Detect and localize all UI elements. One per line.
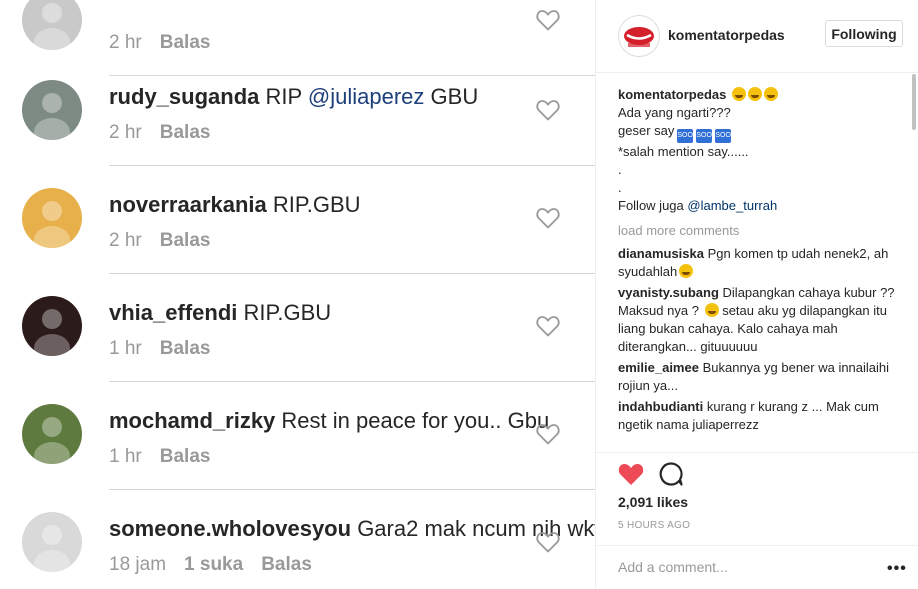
post-username[interactable]: komentatorpedas (668, 27, 785, 43)
comment-line: someone.wholovesyou Gara2 mak ncum nih w… (109, 516, 595, 542)
comment-like-heart-icon[interactable] (536, 207, 560, 229)
comment-like-heart-icon[interactable] (536, 531, 560, 553)
comment-row: rudy_suganda RIP @juliaperez GBU 2 hr Bala… (0, 58, 595, 166)
comment-meta: 18 jam 1 suka Balas (109, 553, 312, 577)
comment-row: vhia_effendi RIP.GBU 1 hr Balas (0, 274, 595, 382)
profile-avatar[interactable] (618, 15, 660, 57)
comment-line: noverraarkania RIP.GBU (109, 192, 361, 218)
sidebar-comment: emilie_aimee Bukannya yg bener wa innail… (618, 359, 906, 395)
comment-time: 2 hr (109, 122, 142, 143)
sidebar-comment: vyanisty.subang Dilapangkan cahaya kubur… (618, 284, 906, 356)
avatar[interactable] (22, 296, 82, 356)
comment-time: 2 hr (109, 230, 142, 251)
comment-time: 1 hr (109, 446, 142, 467)
comment-text: Rest in peace for you.. Gbu (281, 408, 550, 433)
reply-button[interactable]: Balas (160, 446, 211, 467)
comment-username[interactable]: someone.wholovesyou (109, 516, 351, 541)
soon-arrow-icon: SOON (677, 129, 698, 143)
comment-line: rudy_suganda RIP @juliaperez GBU (109, 84, 478, 110)
post-header: komentatorpedas Following (596, 0, 918, 73)
avatar[interactable] (22, 512, 82, 572)
caption-and-comments[interactable]: komentatorpedas Ada yang ngarti??? geser… (618, 86, 906, 451)
comment-like-heart-icon[interactable] (536, 99, 560, 121)
add-comment-input[interactable] (618, 559, 858, 575)
comment-row: mochamd_rizky Rest in peace for you.. Gb… (0, 382, 595, 490)
comment-text: RIP (265, 84, 302, 109)
laughing-emoji-icon (764, 87, 778, 101)
comment-like-heart-icon[interactable] (536, 315, 560, 337)
caption-follow-line: Follow juga @lambe_turrah (618, 198, 778, 213)
comment-text: GBU (430, 84, 479, 109)
avatar[interactable] (22, 80, 82, 140)
caption-line: *salah mention say...... (618, 144, 749, 159)
comment-username[interactable]: vyanisty.subang (618, 285, 719, 300)
caption-line: geser say SOONSOONSOON (618, 122, 906, 143)
comment-row: noverraarkania RIP.GBU 2 hr Balas (0, 166, 595, 274)
following-button[interactable]: Following (825, 20, 903, 47)
actions-divider (596, 452, 918, 454)
comment-username[interactable]: dianamusiska (618, 246, 704, 261)
caption-line: . (618, 162, 622, 177)
laughing-emoji-icon (732, 87, 746, 101)
reply-button[interactable]: Balas (160, 338, 211, 359)
caption-username[interactable]: komentatorpedas (618, 87, 726, 102)
reply-button[interactable]: Balas (160, 32, 211, 53)
sidebar-comment: indahbudianti kurang r kurang z ... Mak … (618, 398, 906, 434)
smirk-emoji-icon (704, 303, 719, 317)
sidebar-comment: dianamusiska Pgn komen tp udah nenek2, a… (618, 245, 906, 281)
soon-arrow-icon: SOON (715, 129, 736, 143)
caption-header: komentatorpedas (618, 86, 906, 104)
comment-username[interactable]: mochamd_rizky (109, 408, 275, 433)
comment-username[interactable]: vhia_effendi (109, 300, 237, 325)
comment-row: someone.wholovesyou Gara2 mak ncum nih w… (0, 490, 595, 588)
comment-line: vhia_effendi RIP.GBU (109, 300, 331, 326)
comments-panel: 2 hr Balas rudy_suganda RIP @juliaperez GB… (0, 0, 595, 588)
comment-username[interactable]: emilie_aimee (618, 360, 699, 375)
avatar[interactable] (22, 0, 82, 50)
like-heart-icon[interactable] (618, 462, 644, 486)
more-options-icon[interactable]: ••• (887, 560, 907, 578)
reply-button[interactable]: Balas (160, 122, 211, 143)
comment-line: mochamd_rizky Rest in peace for you.. Gb… (109, 408, 549, 434)
laughing-emoji-icon (679, 264, 694, 278)
comment-meta: 1 hr Balas (109, 337, 210, 361)
reply-button[interactable]: Balas (261, 554, 312, 575)
sidebar-scrollbar[interactable] (912, 74, 916, 130)
comment-like-heart-icon[interactable] (536, 423, 560, 445)
comment-text: RIP.GBU (243, 300, 332, 325)
post-sidebar: komentatorpedas Following komentatorpeda… (596, 0, 918, 588)
load-more-comments-link[interactable]: load more comments (618, 222, 906, 240)
comment-time: 2 hr (109, 32, 142, 53)
avatar[interactable] (22, 188, 82, 248)
caption-mention-link[interactable]: @lambe_turrah (687, 198, 777, 213)
comment-time: 1 hr (109, 338, 142, 359)
comment-meta: 2 hr Balas (109, 31, 210, 55)
comment-bubble-icon[interactable] (658, 461, 684, 487)
comment-username[interactable]: rudy_suganda (109, 84, 259, 109)
add-comment-bar: ••• (596, 545, 918, 589)
comment-likes[interactable]: 1 suka (184, 554, 243, 575)
comment-meta: 1 hr Balas (109, 445, 210, 469)
comment-username[interactable]: noverraarkania (109, 192, 267, 217)
comment-text: RIP.GBU (272, 192, 361, 217)
comment-like-heart-icon[interactable] (536, 9, 560, 31)
comment-username[interactable]: indahbudianti (618, 399, 703, 414)
comment-time: 18 jam (109, 554, 167, 575)
comment-meta: 2 hr Balas (109, 229, 210, 253)
comment-mention-link[interactable]: @juliaperez (308, 84, 425, 109)
soon-arrow-icon: SOON (696, 129, 717, 143)
avatar[interactable] (22, 404, 82, 464)
laughing-emoji-icon (748, 87, 762, 101)
post-timestamp: 5 HOURS AGO (618, 520, 691, 531)
comment-meta: 2 hr Balas (109, 121, 210, 145)
caption-line: . (618, 180, 622, 195)
caption-line: Ada yang ngarti??? (618, 105, 731, 120)
likes-count[interactable]: 2,091 likes (618, 494, 688, 510)
reply-button[interactable]: Balas (160, 230, 211, 251)
